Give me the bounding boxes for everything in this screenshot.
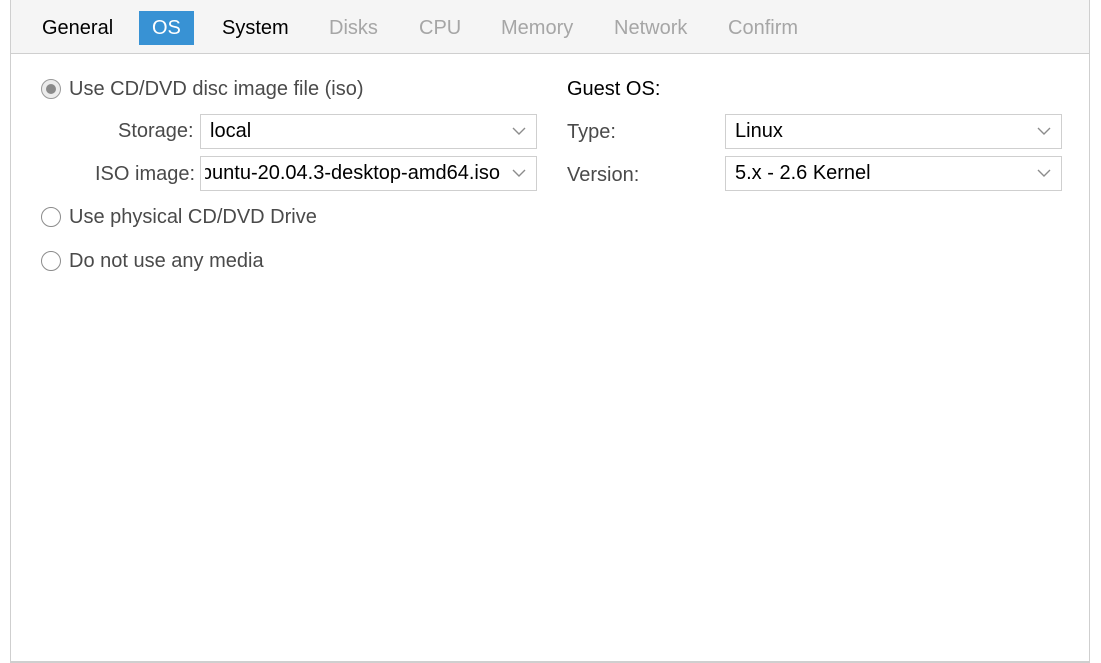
iso-image-label: ISO image: bbox=[95, 163, 196, 185]
version-dropdown-trigger[interactable] bbox=[1027, 157, 1061, 190]
no-media-label: Do not use any media bbox=[69, 249, 264, 272]
chevron-down-icon bbox=[1037, 169, 1051, 177]
type-dropdown-trigger[interactable] bbox=[1027, 115, 1061, 148]
iso-option-label: Use CD/DVD disc image file (iso) bbox=[69, 77, 364, 100]
iso-option-radio[interactable] bbox=[41, 79, 61, 99]
tab-general[interactable]: General bbox=[29, 11, 126, 45]
type-value[interactable]: Linux bbox=[735, 115, 1025, 148]
wizard-tab-bar: General OS System Disks CPU Memory Netwo… bbox=[11, 0, 1089, 54]
no-media-radio[interactable] bbox=[41, 251, 61, 271]
physical-drive-label: Use physical CD/DVD Drive bbox=[69, 205, 317, 228]
wizard-window: General OS System Disks CPU Memory Netwo… bbox=[10, 0, 1090, 663]
physical-drive-option[interactable]: Use physical CD/DVD Drive bbox=[41, 204, 317, 230]
iso-option[interactable]: Use CD/DVD disc image file (iso) bbox=[41, 76, 364, 102]
tab-network: Network bbox=[614, 17, 688, 39]
storage-label: Storage: bbox=[118, 120, 194, 142]
physical-drive-radio[interactable] bbox=[41, 207, 61, 227]
tab-disks: Disks bbox=[329, 17, 378, 39]
iso-image-dropdown-trigger[interactable] bbox=[502, 157, 536, 190]
tab-confirm: Confirm bbox=[728, 17, 799, 39]
tab-system[interactable]: System bbox=[209, 11, 302, 45]
storage-value[interactable]: local bbox=[210, 115, 500, 148]
version-combo[interactable]: 5.x - 2.6 Kernel bbox=[725, 156, 1062, 191]
tab-os[interactable]: OS bbox=[139, 11, 194, 45]
tab-cpu: CPU bbox=[419, 17, 462, 39]
chevron-down-icon bbox=[1037, 127, 1051, 135]
iso-image-text: ubuntu-20.04.3-desktop-amd64.iso bbox=[205, 162, 500, 184]
type-combo[interactable]: Linux bbox=[725, 114, 1062, 149]
version-value[interactable]: 5.x - 2.6 Kernel bbox=[735, 157, 1025, 190]
chevron-down-icon bbox=[512, 169, 526, 177]
storage-combo[interactable]: local bbox=[200, 114, 537, 149]
guest-os-title: Guest OS: bbox=[567, 78, 661, 100]
no-media-option[interactable]: Do not use any media bbox=[41, 248, 264, 274]
tab-memory: Memory bbox=[501, 17, 574, 39]
iso-image-value[interactable]: ubuntu-20.04.3-desktop-amd64.iso bbox=[205, 157, 500, 190]
storage-dropdown-trigger[interactable] bbox=[502, 115, 536, 148]
iso-image-combo[interactable]: ubuntu-20.04.3-desktop-amd64.iso bbox=[200, 156, 537, 191]
type-label: Type: bbox=[567, 121, 616, 143]
version-label: Version: bbox=[567, 164, 640, 186]
chevron-down-icon bbox=[512, 127, 526, 135]
